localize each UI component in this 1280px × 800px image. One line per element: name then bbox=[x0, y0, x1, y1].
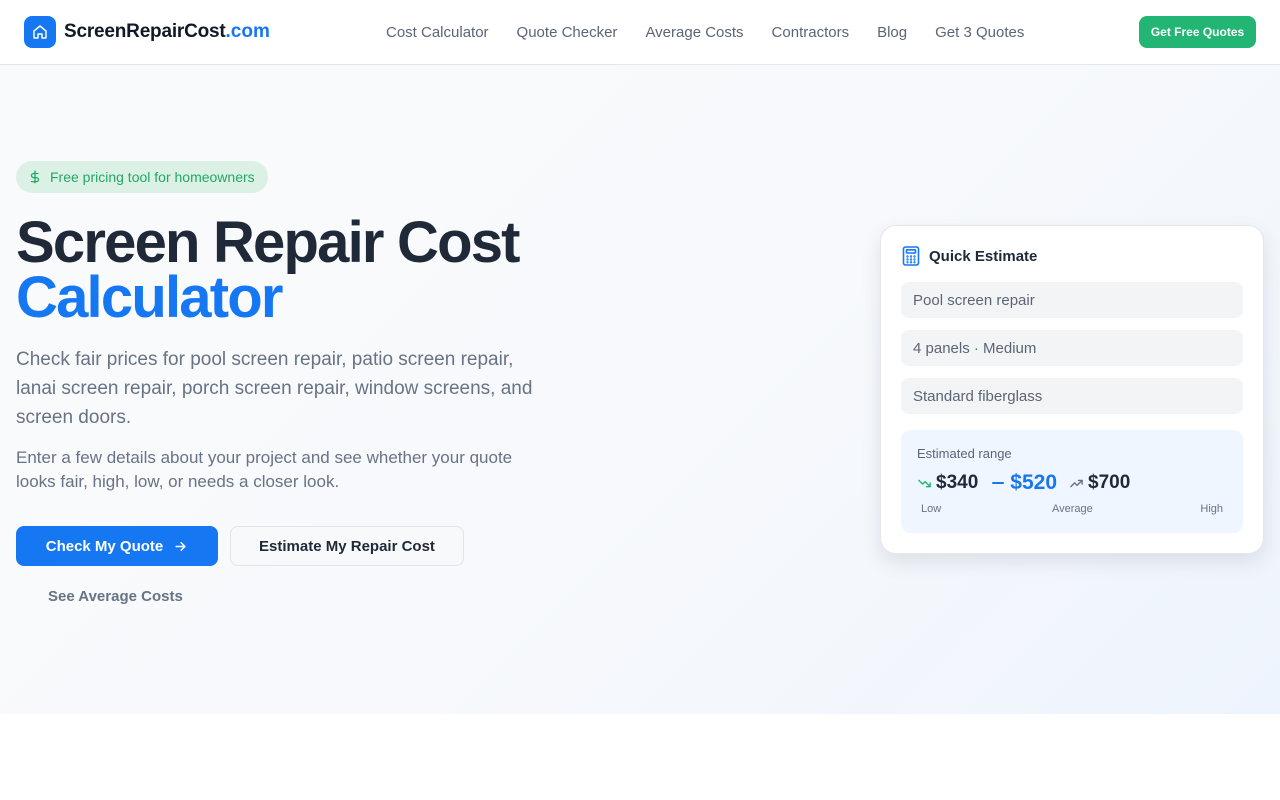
see-average-costs-link[interactable]: See Average Costs bbox=[48, 588, 183, 605]
check-my-quote-button[interactable]: Check My Quote bbox=[16, 526, 218, 566]
estimate-repair-cost-button[interactable]: Estimate My Repair Cost bbox=[230, 526, 464, 566]
page-title-accent: Calculator bbox=[16, 265, 283, 330]
range-scale-labels: Low Average High bbox=[921, 503, 1223, 517]
page-title: Screen Repair Cost bbox=[16, 210, 520, 275]
low-label: Low bbox=[921, 503, 942, 515]
tagline-text: Free pricing tool for homeowners bbox=[50, 169, 255, 185]
dash-icon bbox=[992, 481, 1005, 485]
estimated-range-box: Estimated range $340 $520 $700 Low Avera… bbox=[901, 430, 1243, 533]
project-type-field[interactable]: Pool screen repair bbox=[901, 282, 1243, 318]
card-title: Quick Estimate bbox=[929, 247, 1038, 265]
high-value: $700 bbox=[1088, 472, 1131, 493]
hero-subtext: Enter a few details about your project a… bbox=[16, 448, 513, 491]
nav-link-get-3-quotes[interactable]: Get 3 Quotes bbox=[921, 24, 1038, 41]
check-my-quote-label: Check My Quote bbox=[45, 537, 164, 555]
brand-logo[interactable]: ScreenRepairCost .com bbox=[24, 16, 270, 48]
range-label: Estimated range bbox=[917, 446, 1012, 461]
get-free-quotes-button[interactable]: Get Free Quotes bbox=[1139, 16, 1256, 48]
home-icon bbox=[24, 16, 56, 48]
brand-name: ScreenRepairCost bbox=[64, 21, 226, 42]
panels-size-field[interactable]: 4 panels · Medium bbox=[901, 330, 1243, 366]
tagline-pill: Free pricing tool for homeowners bbox=[16, 161, 268, 193]
range-values: $340 $520 $700 bbox=[917, 471, 1130, 495]
brand-tld: .com bbox=[225, 21, 270, 42]
hero-lead: Check fair prices for pool screen repair… bbox=[16, 349, 533, 428]
quick-estimate-card: Quick Estimate Pool screen repair 4 pane… bbox=[880, 225, 1264, 554]
nav-link-contractors[interactable]: Contractors bbox=[758, 24, 864, 41]
page-footer-space bbox=[0, 714, 1280, 800]
nav-link-cost-calculator[interactable]: Cost Calculator bbox=[372, 24, 503, 41]
nav-link-blog[interactable]: Blog bbox=[863, 24, 921, 41]
arrow-right-icon bbox=[173, 539, 188, 554]
hero-section: Free pricing tool for homeowners Screen … bbox=[0, 65, 1280, 714]
low-value: $340 bbox=[936, 472, 979, 493]
average-label: Average bbox=[1052, 503, 1093, 515]
card-header: Quick Estimate bbox=[902, 246, 1037, 266]
nav-link-average-costs[interactable]: Average Costs bbox=[631, 24, 757, 41]
nav-link-quote-checker[interactable]: Quote Checker bbox=[503, 24, 632, 41]
trending-up-icon bbox=[1069, 476, 1084, 491]
calculator-icon bbox=[902, 246, 920, 266]
top-navbar: ScreenRepairCost .com Cost Calculator Quo… bbox=[0, 0, 1280, 65]
material-field[interactable]: Standard fiberglass bbox=[901, 378, 1243, 414]
high-label: High bbox=[1200, 503, 1223, 515]
nav-links: Cost Calculator Quote Checker Average Co… bbox=[372, 0, 1038, 64]
average-value: $520 bbox=[1010, 471, 1057, 494]
dollar-icon bbox=[28, 170, 42, 184]
trending-down-icon bbox=[917, 476, 932, 491]
